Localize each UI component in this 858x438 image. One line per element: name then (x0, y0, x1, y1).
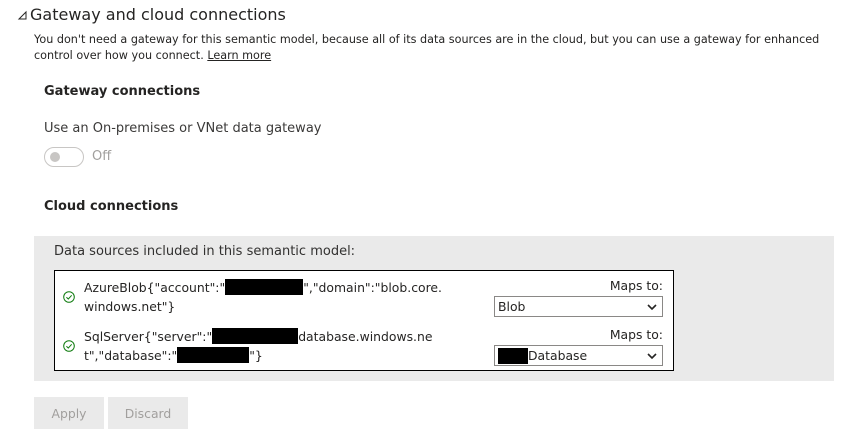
data-source-label: AzureBlob{"account":" ","domain":"blob.co… (84, 278, 444, 316)
check-circle-icon (63, 291, 75, 303)
discard-button[interactable]: Discard (108, 397, 188, 429)
data-sources-table: AzureBlob{"account":" ","domain":"blob.co… (54, 270, 674, 371)
maps-to-label: Maps to: (609, 327, 663, 342)
chevron-down-icon (647, 353, 657, 360)
maps-to-select[interactable]: Blob (494, 296, 663, 317)
maps-to-select[interactable]: Database (494, 345, 663, 366)
selected-value: Database (528, 348, 588, 363)
data-sources-caption: Data sources included in this semantic m… (54, 244, 356, 259)
toggle-knob (50, 152, 60, 162)
cloud-connections-heading: Cloud connections (44, 199, 179, 214)
source-text-part: AzureBlob{"account":" (84, 280, 226, 295)
gateway-connections-heading: Gateway connections (44, 84, 201, 99)
redacted-block (498, 347, 528, 364)
section-description: You don't need a gateway for this semant… (34, 32, 844, 63)
data-source-label: SqlServer{"server":" database.windows.net… (84, 327, 444, 365)
data-source-row: SqlServer{"server":" database.windows.net… (55, 322, 673, 370)
selected-value: Blob (498, 299, 526, 314)
use-gateway-label: Use an On-premises or VNet data gateway (44, 121, 322, 136)
check-circle-icon (63, 340, 75, 352)
learn-more-link[interactable]: Learn more (207, 49, 271, 62)
data-source-row: AzureBlob{"account":" ","domain":"blob.co… (55, 273, 673, 321)
apply-button[interactable]: Apply (34, 397, 104, 429)
gateway-toggle[interactable] (44, 147, 84, 167)
source-text-part: "} (249, 348, 263, 363)
toggle-state-label: Off (92, 149, 112, 164)
section-header[interactable]: Gateway and cloud connections (16, 5, 286, 25)
description-text: You don't need a gateway for this semant… (34, 33, 820, 62)
collapse-triangle-icon[interactable] (16, 5, 30, 25)
redacted-block (177, 347, 250, 363)
section-title: Gateway and cloud connections (30, 5, 286, 24)
chevron-down-icon (647, 304, 657, 311)
redacted-block (225, 279, 304, 295)
redacted-block (212, 328, 299, 344)
source-text-part: SqlServer{"server":" (84, 329, 213, 344)
maps-to-label: Maps to: (609, 278, 663, 293)
